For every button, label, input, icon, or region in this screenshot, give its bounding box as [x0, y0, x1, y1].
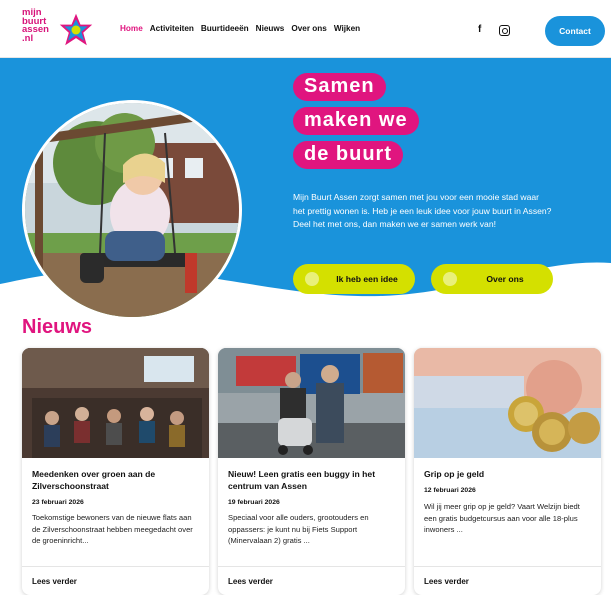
nav-item-buurtideeen[interactable]: Buurtideeën: [201, 24, 249, 33]
news-card-date: 19 februari 2026: [228, 499, 280, 506]
hero-title-line-2: maken we: [293, 107, 419, 135]
read-more-link[interactable]: Lees verder: [32, 577, 77, 586]
site-header: mijn buurt assen .nl Home Activiteiten B…: [0, 0, 611, 58]
person-icon: [443, 272, 457, 286]
hero-title-line-1: Samen: [293, 73, 386, 101]
hero-photo: [22, 100, 242, 320]
card-divider: [414, 566, 601, 567]
nav-item-nieuws[interactable]: Nieuws: [256, 24, 285, 33]
main-nav: Home Activiteiten Buurtideeën Nieuws Ove…: [120, 24, 367, 33]
news-card-title: Grip op je geld: [424, 469, 485, 479]
about-button[interactable]: Over ons: [431, 264, 553, 294]
instagram-icon[interactable]: [499, 25, 510, 36]
news-card-title: Meedenken over groen aan de Zilverschoon…: [32, 469, 156, 491]
news-image-meeting: [22, 348, 209, 458]
nav-item-wijken[interactable]: Wijken: [334, 24, 360, 33]
news-card[interactable]: Grip op je geld 12 februari 2026 Wil jij…: [414, 348, 601, 595]
news-image-buggy: [218, 348, 405, 458]
child-on-swing-photo: [25, 103, 239, 317]
contact-button[interactable]: Contact: [545, 16, 605, 46]
news-card-date: 23 februari 2026: [32, 499, 84, 506]
card-divider: [22, 566, 209, 567]
news-image-money: [414, 348, 601, 458]
site-logo[interactable]: mijn buurt assen .nl: [22, 7, 96, 51]
about-button-label: Over ons: [486, 274, 524, 284]
read-more-link[interactable]: Lees verder: [424, 577, 469, 586]
nav-item-activiteiten[interactable]: Activiteiten: [150, 24, 194, 33]
news-card-description: Speciaal voor alle ouders, grootouders e…: [228, 513, 369, 545]
hero-section: Samen maken we de buurt Mijn Buurt Assen…: [0, 58, 611, 320]
hero-title: Samen maken we de buurt: [293, 73, 419, 175]
news-heading: Nieuws: [22, 316, 93, 338]
news-card-title: Nieuw! Leen gratis een buggy in het cent…: [228, 469, 376, 491]
card-divider: [218, 566, 405, 567]
hero-description: Mijn Buurt Assen zorgt samen met jou voo…: [293, 192, 552, 229]
read-more-link[interactable]: Lees verder: [228, 577, 273, 586]
idea-button-label: Ik heb een idee: [336, 274, 398, 284]
hero-title-line-3: de buurt: [293, 141, 403, 169]
nav-item-over-ons[interactable]: Over ons: [291, 24, 327, 33]
facebook-icon[interactable]: f: [478, 24, 481, 35]
idea-button[interactable]: Ik heb een idee: [293, 264, 415, 294]
lightbulb-icon: [305, 272, 319, 286]
news-card-date: 12 februari 2026: [424, 487, 476, 494]
nav-item-home[interactable]: Home: [120, 24, 143, 33]
logo-text: mijn buurt assen .nl: [22, 7, 49, 44]
news-card[interactable]: Nieuw! Leen gratis een buggy in het cent…: [218, 348, 405, 595]
news-card-description: Toekomstige bewoners van de nieuwe flats…: [32, 513, 193, 545]
news-card[interactable]: Meedenken over groen aan de Zilverschoon…: [22, 348, 209, 595]
news-card-description: Wil jij meer grip op je geld? Vaart Welz…: [424, 502, 580, 534]
star-logo-icon: [59, 13, 93, 46]
